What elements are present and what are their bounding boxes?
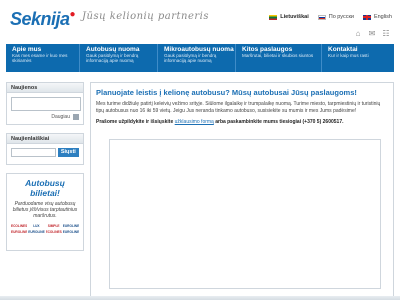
lang-russian[interactable]: По русски: [317, 14, 354, 20]
request-form-frame[interactable]: [109, 139, 381, 289]
page-title: Planuojate leistis į kelionę autobusu? M…: [96, 88, 357, 97]
more-link[interactable]: Daugiau: [51, 114, 70, 120]
carrier-logo: ECOLINES: [11, 224, 28, 228]
request-form-link[interactable]: užklausimo formą: [175, 119, 214, 125]
carrier-logo: EUROLINES: [11, 230, 27, 234]
news-input[interactable]: [11, 97, 81, 111]
ad-title: Autobusų bilietai!: [25, 178, 65, 198]
russia-flag-icon: [317, 14, 326, 20]
mail-icon[interactable]: ✉: [368, 30, 376, 38]
request-text: Prašome užpildykite ir išsiųskite užklau…: [96, 119, 344, 125]
lithuania-flag-icon: [269, 14, 278, 20]
nav-item-bus-rental[interactable]: Autobusų nuoma Gauk pasiūlymą ir bendrą …: [80, 44, 158, 72]
newsletter-box-title: Naujienlaiškiai: [7, 134, 83, 144]
carrier-logo: SIMPLE: [47, 224, 60, 228]
carrier-logo: EUROLINES: [28, 230, 44, 234]
newsletter-box: Naujienlaiškiai Siųsti: [6, 133, 84, 165]
sitemap-icon[interactable]: ☷: [382, 30, 390, 38]
language-switcher: Lietuviškai По русски English: [269, 14, 392, 20]
main-nav: Apie mus Kas mes esame ir kuo mes skiria…: [6, 44, 394, 72]
ad-text: Parduodame visų autobusų bilietus į/iš/v…: [12, 201, 78, 219]
lang-lithuanian[interactable]: Lietuviškai: [269, 14, 309, 20]
newsletter-send-button[interactable]: Siųsti: [57, 148, 79, 157]
carrier-logos: ECOLINES LUX SIMPLE EUROLINES EUROLINES …: [11, 224, 79, 234]
nav-item-minibus-rental[interactable]: Mikroautobusų nuoma Gauk pasiūlymą ir be…: [158, 44, 236, 72]
intro-text: Mes turime didžiulę patirtį keleivių vež…: [96, 101, 381, 114]
carrier-logo: EUROLINES: [62, 224, 79, 228]
footer-bar: [0, 296, 400, 300]
carrier-logo: LUX: [33, 224, 40, 228]
home-icon[interactable]: ⌂: [354, 30, 362, 38]
nav-item-contacts[interactable]: Kontaktai Kur ir kaip mus rasti: [322, 44, 394, 72]
tickets-ad[interactable]: Autobusų bilietai! Parduodame visų autob…: [6, 173, 84, 251]
news-box-title: Naujienos: [7, 83, 83, 93]
main-content: Planuojate leistis į kelionę autobusu? M…: [90, 82, 394, 300]
lang-english[interactable]: English: [362, 14, 392, 20]
carrier-logo: ECOLINES: [45, 230, 62, 234]
newsletter-email-field[interactable]: [11, 148, 56, 157]
arrow-right-icon[interactable]: [73, 114, 79, 120]
carrier-logo: EUROLINES: [62, 230, 79, 234]
uk-flag-icon: [362, 14, 371, 20]
logo[interactable]: Seknija●: [10, 9, 76, 30]
utility-icons: ⌂ ✉ ☷: [354, 30, 390, 38]
nav-item-about[interactable]: Apie mus Kas mes esame ir kuo mes skiria…: [6, 44, 80, 72]
news-box: Naujienos Daugiau: [6, 82, 84, 125]
slogan: Jūsų kelionių partneris: [82, 11, 209, 22]
sidebar: Naujienos Daugiau Naujienlaiškiai Siųsti…: [6, 82, 84, 251]
nav-item-other-services[interactable]: Kitos paslaugos Maršrutai, bilietai ir s…: [236, 44, 322, 72]
